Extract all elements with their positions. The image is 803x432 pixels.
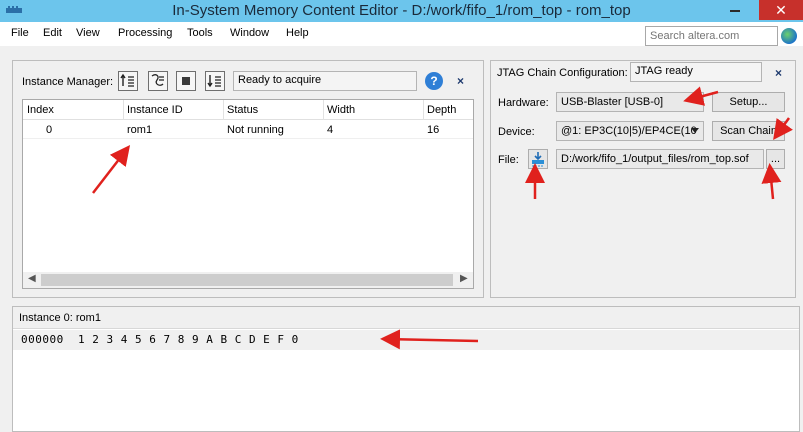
jtag-close-icon[interactable]: ×	[775, 66, 782, 80]
memory-row[interactable]: 000000 1 2 3 4 5 6 7 8 9 A B C D E F 0	[13, 330, 799, 350]
scrollbar-thumb[interactable]	[41, 274, 453, 286]
column-divider[interactable]	[223, 100, 224, 120]
column-divider[interactable]	[423, 100, 424, 120]
browse-button[interactable]: ...	[766, 149, 785, 169]
memory-address: 000000	[21, 333, 64, 346]
window-close-button[interactable]: ✕	[759, 0, 803, 20]
scan-chain-button[interactable]: Scan Chain	[712, 121, 785, 141]
device-select[interactable]: @1: EP3C(10|5)/EP4CE(10	[556, 121, 704, 141]
memory-content-panel: Instance 0: rom1 000000 1 2 3 4 5 6 7 8 …	[12, 306, 800, 432]
menu-tools[interactable]: Tools	[187, 27, 213, 39]
column-header-width[interactable]: Width	[327, 104, 355, 116]
table-row[interactable]: 0 rom1 Not running 4 16	[23, 121, 473, 139]
continuous-read-icon	[151, 74, 164, 86]
cell-instance-id: rom1	[127, 124, 153, 136]
help-icon[interactable]: ?	[425, 72, 443, 90]
minimize-button[interactable]	[730, 10, 740, 12]
device-value: @1: EP3C(10|5)/EP4CE(10	[561, 125, 697, 137]
instance-manager-close-icon[interactable]: ×	[457, 74, 464, 88]
cell-status: Not running	[227, 124, 284, 136]
column-header-depth[interactable]: Depth	[427, 104, 456, 116]
memory-data[interactable]: 1 2 3 4 5 6 7 8 9 A B C D E F 0	[78, 333, 299, 346]
column-header-status[interactable]: Status	[227, 104, 258, 116]
column-header-index[interactable]: Index	[27, 104, 54, 116]
instance-manager-label: Instance Manager:	[22, 76, 114, 88]
window-title: In-System Memory Content Editor - D:/wor…	[172, 2, 631, 19]
table-header: Index Instance ID Status Width Depth	[23, 100, 473, 120]
title-bar: In-System Memory Content Editor - D:/wor…	[0, 0, 803, 22]
device-label: Device:	[498, 126, 535, 138]
memory-header: Instance 0: rom1	[13, 307, 799, 329]
setup-button[interactable]: Setup...	[712, 92, 785, 112]
write-data-icon	[207, 75, 221, 88]
menu-window[interactable]: Window	[230, 27, 269, 39]
column-header-instance-id[interactable]: Instance ID	[127, 104, 183, 116]
menu-help[interactable]: Help	[286, 27, 309, 39]
continuous-read-button[interactable]	[148, 71, 168, 91]
globe-icon[interactable]	[781, 28, 797, 44]
stop-button[interactable]	[176, 71, 196, 91]
jtag-label: JTAG Chain Configuration:	[497, 67, 628, 79]
menu-file[interactable]: File	[11, 27, 29, 39]
cell-depth: 16	[427, 124, 440, 136]
cell-width: 4	[327, 124, 334, 136]
file-path-value: D:/work/fifo_1/output_files/rom_top.sof	[561, 153, 749, 165]
hardware-select[interactable]: USB-Blaster [USB-0]	[556, 92, 704, 112]
menu-view[interactable]: View	[76, 27, 100, 39]
read-data-icon	[120, 73, 134, 87]
stop-icon	[182, 77, 190, 85]
scroll-right-icon[interactable]: ▶	[460, 273, 468, 284]
write-data-button[interactable]	[205, 71, 225, 91]
menu-processing[interactable]: Processing	[118, 27, 172, 39]
hardware-label: Hardware:	[498, 97, 549, 109]
horizontal-scrollbar[interactable]: ◀ ▶	[23, 272, 473, 288]
scroll-left-icon[interactable]: ◀	[28, 273, 36, 284]
chevron-down-icon	[691, 128, 699, 133]
memory-instance-title: Instance 0: rom1	[19, 312, 101, 324]
column-divider[interactable]	[123, 100, 124, 120]
column-divider[interactable]	[323, 100, 324, 120]
menu-edit[interactable]: Edit	[43, 27, 62, 39]
cell-index: 0	[46, 124, 53, 136]
program-device-icon	[532, 152, 544, 167]
instance-table: Index Instance ID Status Width Depth 0 r…	[22, 99, 474, 289]
file-path-field[interactable]: D:/work/fifo_1/output_files/rom_top.sof	[556, 149, 764, 169]
acquire-status: Ready to acquire	[233, 71, 417, 91]
jtag-status: JTAG ready	[630, 62, 762, 82]
program-device-button[interactable]	[528, 149, 548, 169]
read-data-button[interactable]	[118, 71, 138, 91]
search-input[interactable]	[645, 26, 778, 46]
hardware-value: USB-Blaster [USB-0]	[561, 96, 664, 108]
file-label: File:	[498, 154, 519, 166]
